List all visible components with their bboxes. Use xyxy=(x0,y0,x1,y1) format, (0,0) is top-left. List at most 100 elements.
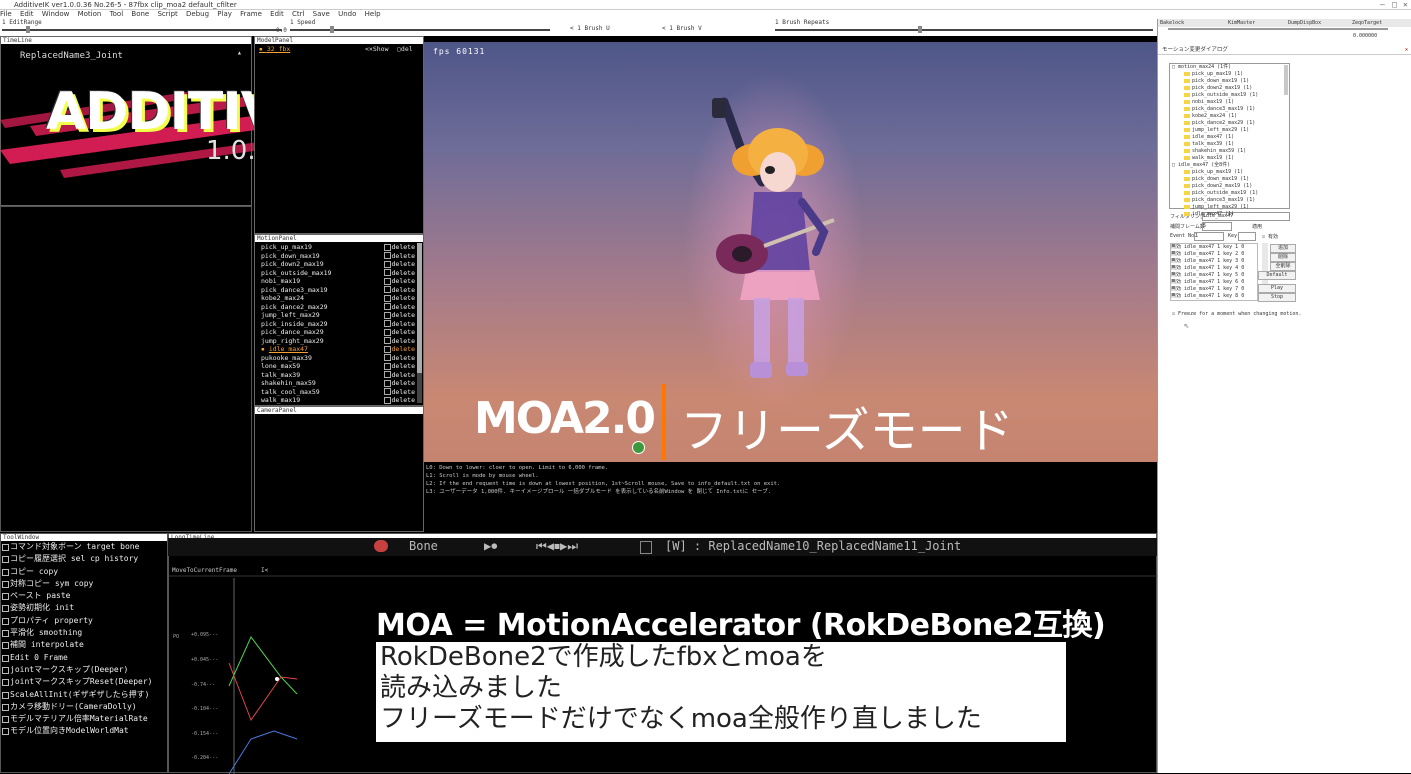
tree-item[interactable]: pick_outside_max19 (1) xyxy=(1172,92,1289,99)
tree-item[interactable]: pick_up_max19 (1) xyxy=(1172,169,1289,176)
tree-item[interactable]: kobe2_max24 (1) xyxy=(1172,113,1289,120)
checkbox-icon[interactable] xyxy=(383,303,391,310)
motion-list-item[interactable]: pick_inside_max29 delete xyxy=(261,320,421,329)
menu-item[interactable]: Frame xyxy=(240,10,262,18)
checkbox-icon[interactable] xyxy=(383,277,391,285)
event-list-item[interactable]: 無効 idle_max47 1 key 7 0 xyxy=(1171,286,1257,293)
key-dropdown[interactable] xyxy=(1238,232,1256,241)
menu-item[interactable]: Tool xyxy=(110,10,124,18)
tree-item[interactable]: pick_dance3_max19 (1) xyxy=(1172,197,1289,204)
transport-buttons[interactable]: ⏮◀⏹▶⏭ xyxy=(536,539,578,554)
tree-item[interactable]: pick_dance2_max29 (1) xyxy=(1172,120,1289,127)
motion-list-item[interactable]: pick_down_max19 delete xyxy=(261,252,421,261)
motion-delete-toggle[interactable]: delete xyxy=(383,320,415,329)
tab-dumpdispbox[interactable]: DumpDispBox xyxy=(1288,19,1321,27)
add-button[interactable]: 追加 xyxy=(1270,244,1296,253)
event-list-item[interactable]: 無効 idle_max47 1 key 3 0 xyxy=(1171,258,1257,265)
menu-item[interactable]: Script xyxy=(157,10,177,18)
menu-item[interactable]: File xyxy=(0,10,12,18)
tool-checkbox-item[interactable]: 対称コピー sym copy xyxy=(1,578,167,590)
tool-checkbox-item[interactable]: モデル位置向きModelWorldMat xyxy=(1,725,167,737)
checkbox-icon[interactable] xyxy=(383,379,391,387)
play-button[interactable]: Play xyxy=(1258,284,1296,293)
apply-label[interactable]: 適用 xyxy=(1252,223,1262,230)
tab-zeqotarget[interactable]: ZeqoTarget xyxy=(1352,19,1382,27)
motion-delete-toggle[interactable]: delete xyxy=(383,260,415,269)
tool-checkbox-item[interactable]: Edit 0 Frame xyxy=(1,652,167,664)
tree-item[interactable]: jump_left_max29 (1) xyxy=(1172,204,1289,211)
checkbox-icon[interactable] xyxy=(383,286,391,293)
brush-repeats-thumb[interactable] xyxy=(918,26,922,33)
motion-delete-toggle[interactable]: delete xyxy=(383,345,415,354)
motion-delete-toggle[interactable]: delete xyxy=(383,388,415,397)
event-list-item[interactable]: 無効 idle_max47 1 key 4 0 xyxy=(1171,265,1257,272)
checkbox-icon[interactable] xyxy=(383,328,391,336)
delete-all-button[interactable]: 全削除 xyxy=(1270,262,1296,271)
tool-checkbox-item[interactable]: jointマークスキップ(Deeper) xyxy=(1,664,167,676)
motion-list-item[interactable]: pick_dance3_max19 delete xyxy=(261,286,421,295)
enable-checkbox[interactable]: ☑ 有効 xyxy=(1262,233,1278,240)
edit-range-slider[interactable] xyxy=(2,29,282,31)
close-button[interactable]: ✕ xyxy=(1403,0,1408,9)
motion-delete-toggle[interactable]: delete xyxy=(383,328,415,337)
motion-list-item[interactable]: pick_dance_max29 delete xyxy=(261,328,421,337)
tree-item[interactable]: pick_up_max19 (1) xyxy=(1172,71,1289,78)
checkbox-icon[interactable] xyxy=(383,337,391,344)
model-item[interactable]: ▪ 32_fbx xyxy=(259,45,290,53)
frame-checkbox[interactable] xyxy=(640,541,652,554)
tree-item[interactable]: idle_max47 (1) xyxy=(1172,134,1289,141)
tree-item[interactable]: □ motion_max24 (1件) xyxy=(1172,64,1289,71)
menu-item[interactable]: Help xyxy=(365,10,381,18)
tool-checkbox-item[interactable]: プロパティ property xyxy=(1,615,167,627)
motion-list-item[interactable]: pick_down2_max19 delete xyxy=(261,260,421,269)
menu-item[interactable]: Play xyxy=(217,10,232,18)
motion-list-item[interactable]: shakehin_max59 delete xyxy=(261,379,421,388)
motion-list-item[interactable]: lone_max59 delete xyxy=(261,362,421,371)
freeze-checkbox[interactable]: ☑ Freeze for a moment when changing moti… xyxy=(1172,311,1301,317)
tree-item[interactable]: talk_max39 (1) xyxy=(1172,141,1289,148)
tool-checkbox-item[interactable]: 姿勢初期化 init xyxy=(1,602,167,614)
speed-thumb[interactable] xyxy=(330,26,334,33)
motion-delete-toggle[interactable]: delete xyxy=(383,354,415,363)
bone-tool-icon[interactable] xyxy=(374,540,388,552)
event-input[interactable]: 1 xyxy=(1194,232,1224,241)
motion-list-item[interactable]: ▪ idle_max47 delete xyxy=(261,345,421,354)
tree-item[interactable]: pick_down2_max19 (1) xyxy=(1172,183,1289,190)
minimize-button[interactable]: — xyxy=(1380,0,1385,9)
motion-list-item[interactable]: pick_up_max19 delete xyxy=(261,243,421,252)
tree-item[interactable]: pick_outside_max19 (1) xyxy=(1172,190,1289,197)
menu-item[interactable]: Edit xyxy=(20,10,34,18)
tree-item[interactable]: □ idle_max47 (全8件) xyxy=(1172,162,1289,169)
event-list-item[interactable]: 無効 idle_max47 1 key 8 0 xyxy=(1171,293,1257,300)
motion-list-item[interactable]: jump_left_max29 delete xyxy=(261,311,421,320)
checkbox-icon[interactable] xyxy=(383,243,391,251)
speed-slider[interactable] xyxy=(290,29,550,31)
motion-list-item[interactable]: jump_right_max29 delete xyxy=(261,337,421,346)
tree-item[interactable]: pick_down_max19 (1) xyxy=(1172,78,1289,85)
menu-item[interactable]: Bone xyxy=(131,10,149,18)
model-show-toggle[interactable]: <✕Show xyxy=(365,45,388,53)
right-slider-track[interactable] xyxy=(1168,28,1388,30)
event-list-item[interactable]: 無効 idle_max47 1 key 2 0 xyxy=(1171,251,1257,258)
tree-item[interactable]: pick_down2_max19 (1) xyxy=(1172,85,1289,92)
edit-range-thumb[interactable] xyxy=(26,26,30,33)
checkbox-icon[interactable] xyxy=(383,252,391,259)
motion-delete-toggle[interactable]: delete xyxy=(383,362,415,371)
motion-scroll-thumb[interactable] xyxy=(417,243,422,373)
tool-checkbox-item[interactable]: カメラ移動ドリー(CameraDolly) xyxy=(1,701,167,713)
motion-tree[interactable]: □ motion_max24 (1件) pick_up_max19 (1) pick… xyxy=(1169,63,1290,217)
brush-repeats-slider[interactable] xyxy=(775,29,1153,31)
checkbox-icon[interactable] xyxy=(383,311,391,319)
motion-delete-toggle[interactable]: delete xyxy=(383,252,415,261)
checkbox-icon[interactable] xyxy=(383,320,391,327)
menu-item[interactable]: Undo xyxy=(338,10,356,18)
tool-checkbox-item[interactable]: jointマークスキップReset(Deeper) xyxy=(1,676,167,688)
tool-checkbox-item[interactable]: モデルマテリアル倍率MaterialRate xyxy=(1,713,167,725)
motion-list-item[interactable]: pick_outside_max19 delete xyxy=(261,269,421,278)
motion-scrollbar[interactable] xyxy=(417,243,422,403)
tool-checkbox-item[interactable]: ScaleAllInit(ギザギザしたら押す) xyxy=(1,689,167,701)
checkbox-icon[interactable] xyxy=(383,362,391,370)
checkbox-icon[interactable] xyxy=(383,354,391,361)
motion-list-item[interactable]: talk_max39 delete xyxy=(261,371,421,380)
menu-item[interactable]: Ctrl xyxy=(292,10,304,18)
